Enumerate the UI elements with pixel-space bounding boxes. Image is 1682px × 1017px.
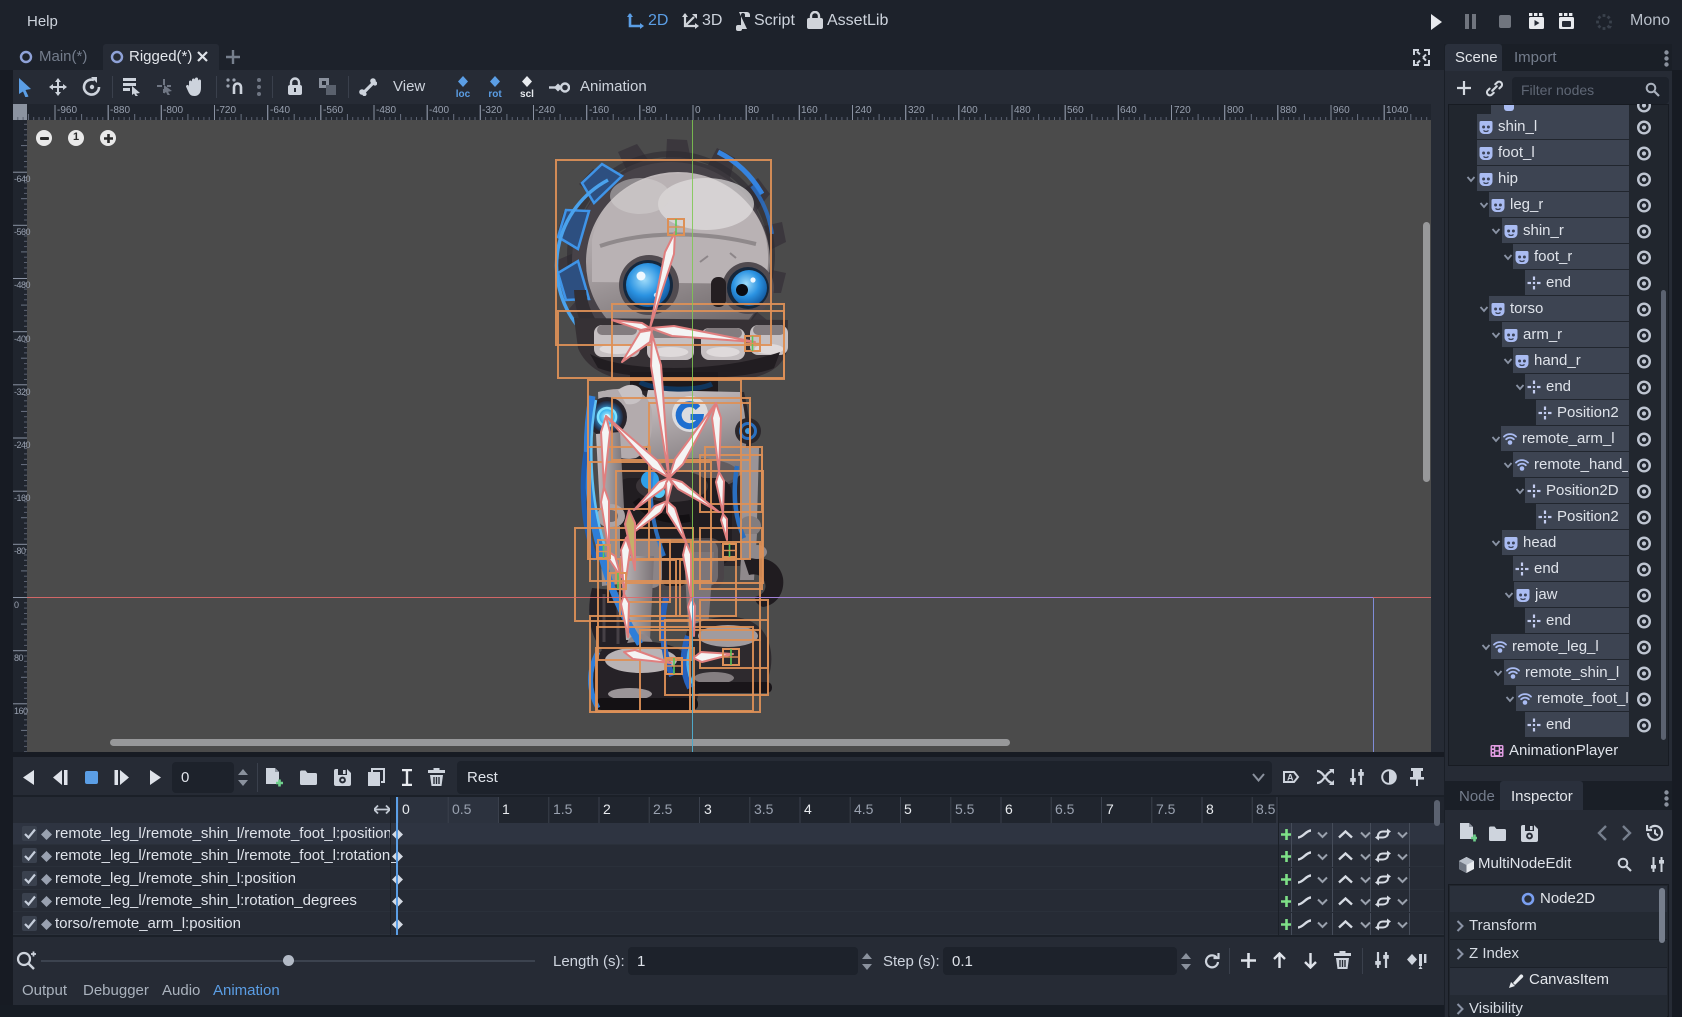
svg-text:rot: rot	[488, 89, 502, 99]
svg-text:scl: scl	[520, 89, 534, 99]
svg-text:loc: loc	[456, 89, 471, 99]
svg-text:A: A	[1287, 773, 1294, 783]
